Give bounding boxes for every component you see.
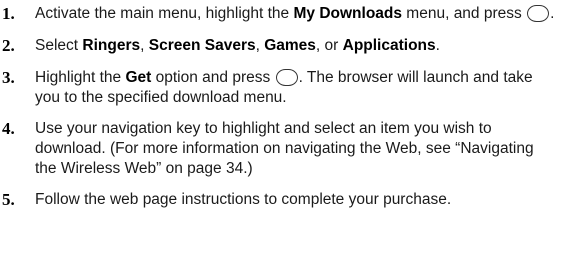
step-text: , or — [315, 37, 343, 54]
step-text: Activate the main menu, highlight the — [35, 5, 294, 22]
step-text: Use your navigation key to highlight and… — [35, 120, 534, 177]
step-text: . — [550, 5, 555, 22]
step-number: 4. — [2, 119, 15, 138]
center-select-key-icon — [275, 69, 298, 86]
step-5: 5. Follow the web page instructions to c… — [0, 190, 573, 210]
option-ringers: Ringers — [82, 37, 141, 54]
step-text: Select — [35, 37, 83, 54]
menu-name-my-downloads: My Downloads — [293, 5, 402, 22]
step-text: . — [435, 37, 440, 54]
option-games: Games — [264, 37, 316, 54]
step-3: 3. Highlight the Get option and press . … — [0, 68, 573, 108]
option-applications: Applications — [342, 37, 436, 54]
step-1: 1. Activate the main menu, highlight the… — [0, 4, 573, 24]
instruction-steps-list: 1. Activate the main menu, highlight the… — [0, 4, 573, 224]
step-text: menu, and press — [402, 5, 527, 22]
step-4: 4. Use your navigation key to highlight … — [0, 119, 573, 179]
step-2: 2. Select Ringers, Screen Savers, Games,… — [0, 36, 573, 56]
step-number: 5. — [2, 190, 15, 209]
center-select-key-icon — [527, 5, 550, 22]
step-number: 1. — [2, 4, 15, 23]
step-number: 2. — [2, 36, 15, 55]
step-text: , — [255, 37, 265, 54]
option-get: Get — [125, 69, 152, 86]
step-text: , — [140, 37, 149, 54]
step-text: Follow the web page instructions to comp… — [35, 191, 452, 208]
option-screen-savers: Screen Savers — [148, 37, 256, 54]
step-text: option and press — [151, 69, 275, 86]
step-number: 3. — [2, 68, 15, 87]
step-text: Highlight the — [35, 69, 126, 86]
